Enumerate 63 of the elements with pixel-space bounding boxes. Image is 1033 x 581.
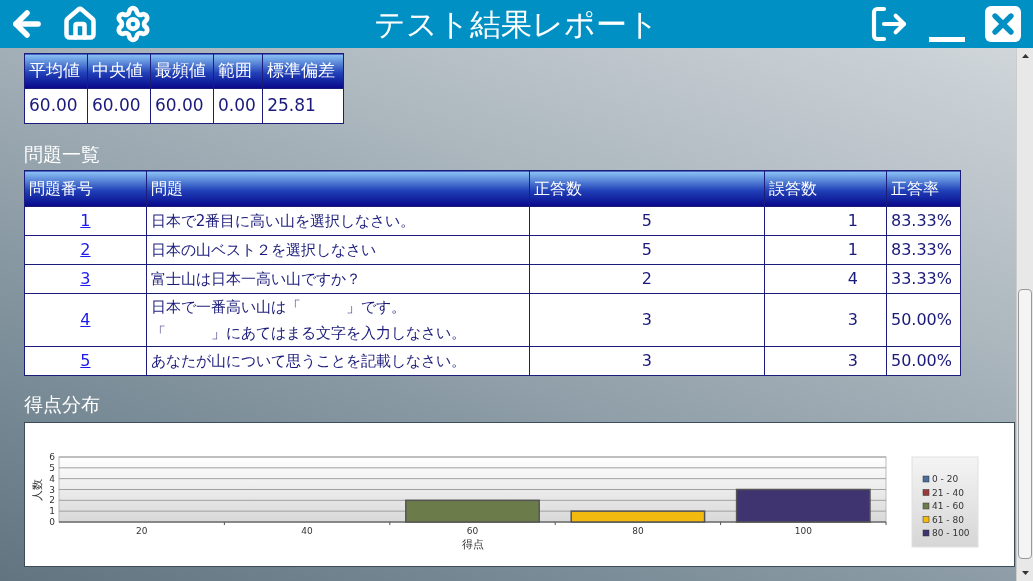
table-cell: 5: [529, 235, 765, 265]
table-cell: 60.00: [87, 88, 151, 124]
column-header: 中央値: [87, 53, 151, 89]
table-cell: 0.00: [213, 88, 263, 124]
y-tick-label: 1: [49, 506, 55, 517]
y-tick-label: 6: [49, 452, 55, 462]
legend-label: 21 - 40: [932, 487, 964, 498]
table-cell: 2: [529, 264, 765, 294]
x-tick-label: 80: [632, 526, 644, 536]
table-cell: 1: [764, 206, 887, 236]
column-header: 問題番号: [24, 170, 147, 207]
table-cell: 83.33%: [886, 206, 961, 236]
window-title: テスト結果レポート: [374, 4, 659, 44]
column-header: 問題: [146, 170, 530, 207]
question-link[interactable]: 5: [80, 351, 91, 370]
table-cell: 3: [764, 346, 887, 376]
table-cell: 5: [529, 206, 765, 236]
column-header: 範囲: [213, 53, 263, 89]
table-cell: 1: [764, 235, 887, 265]
question-text: 富士山は日本一高い山ですか？: [150, 269, 361, 290]
column-header: 正答率: [886, 170, 961, 207]
section-heading: 問題一覧: [24, 142, 101, 166]
legend-label: 80 - 100: [932, 528, 970, 538]
y-tick-label: 0: [49, 517, 55, 527]
question-text: 「 」にあてはまる文字を入力しなさい。: [150, 323, 466, 344]
x-tick-label: 100: [794, 526, 812, 536]
column-header: 正答数: [529, 170, 765, 207]
question-text: 日本で一番高い山は「 」です。: [150, 297, 406, 318]
x-tick-label: 20: [135, 526, 148, 536]
column-header: 標準偏差: [262, 53, 344, 89]
table-cell: 50.00%: [886, 346, 961, 376]
table-cell: 4: [764, 264, 887, 294]
y-tick-label: 2: [49, 495, 55, 506]
question-text: 日本で2番目に高い山を選択しなさい。: [150, 211, 416, 232]
table-cell: 60.00: [150, 88, 214, 124]
question-link[interactable]: 1: [80, 211, 91, 230]
table-cell: 25.81: [262, 88, 344, 124]
table-cell: 50.00%: [886, 293, 961, 347]
column-header: 誤答数: [764, 170, 887, 207]
question-text: 日本の山ベスト２を選択しなさい: [150, 240, 376, 261]
column-header: 最頻値: [150, 53, 214, 89]
table-cell: 3: [529, 346, 765, 376]
table-cell: 60.00: [24, 88, 88, 124]
section-heading: 得点分布: [24, 392, 101, 416]
x-tick-label: 40: [301, 526, 313, 536]
question-link[interactable]: 4: [80, 310, 91, 329]
y-tick-label: 3: [49, 484, 55, 495]
table-cell: 83.33%: [886, 235, 961, 265]
question-link[interactable]: 2: [80, 240, 91, 259]
column-header: 平均値: [24, 53, 88, 89]
table-cell: 33.33%: [886, 264, 961, 294]
question-text: あなたが山について思うことを記載しなさい。: [150, 351, 466, 372]
y-axis-label: 人数: [31, 478, 44, 501]
x-axis-label: 得点: [461, 538, 484, 551]
legend-label: 61 - 80: [932, 514, 964, 525]
y-tick-label: 4: [49, 473, 55, 484]
legend-label: 0 - 20: [932, 474, 959, 484]
y-tick-label: 5: [49, 462, 55, 473]
table-cell: 3: [529, 293, 765, 347]
question-link[interactable]: 3: [80, 269, 91, 288]
x-tick-label: 60: [466, 526, 479, 536]
legend-label: 41 - 60: [932, 501, 964, 511]
table-cell: 3: [764, 293, 887, 347]
